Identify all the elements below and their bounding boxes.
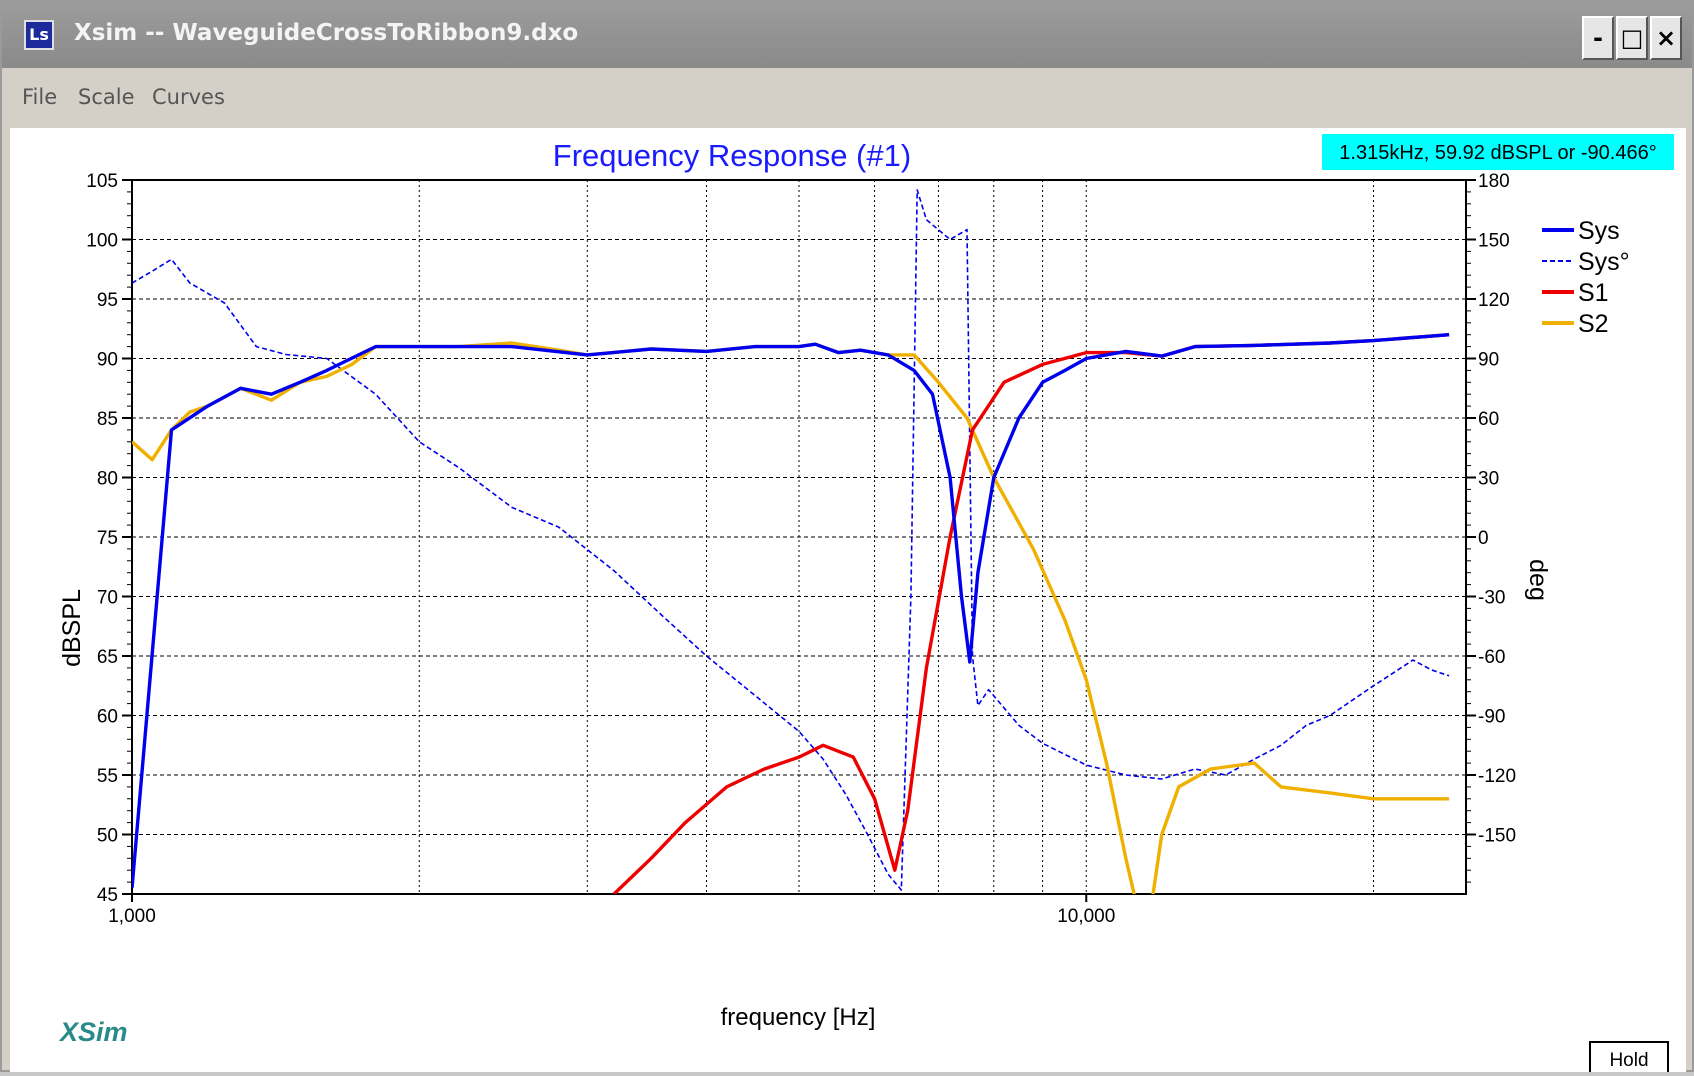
y-tick-label: 70 — [97, 588, 118, 609]
x-axis-label: frequency [Hz] — [721, 1004, 876, 1031]
y-tick-label: 100 — [86, 231, 118, 252]
legend-label: S2 — [1578, 310, 1609, 338]
y-tick-label: 90 — [97, 350, 118, 371]
maximize-button[interactable]: □ — [1616, 16, 1648, 60]
y2-tick-label: 30 — [1478, 469, 1499, 490]
frequency-response-chart[interactable]: 1.315kHz, 59.92 dBSPL or -90.466° Freque… — [10, 128, 1686, 1076]
y2-tick-label: -150 — [1478, 826, 1516, 847]
hold-button[interactable]: Hold — [1589, 1041, 1669, 1076]
hold-button-label: Hold — [1609, 1050, 1648, 1071]
x-tick-label: 10,000 — [1057, 906, 1115, 927]
y-tick-label: 95 — [97, 290, 118, 311]
y-tick-label: 65 — [97, 647, 118, 668]
y2-tick-label: -60 — [1478, 647, 1505, 668]
y2-tick-label: 90 — [1478, 350, 1499, 371]
y-tick-label: 85 — [97, 409, 118, 430]
y2-tick-label: 60 — [1478, 409, 1499, 430]
menu-file[interactable]: File — [22, 85, 57, 109]
y-tick-label: 55 — [97, 766, 118, 787]
grid-lines — [131, 179, 1466, 895]
series-line-s1 — [612, 333, 1450, 894]
series-group — [132, 189, 1450, 894]
y-tick-label: 45 — [97, 885, 118, 906]
legend: Sys Sys° S1 S2 — [1542, 217, 1630, 338]
y2-axis-label: deg — [1524, 559, 1552, 601]
minimize-button[interactable]: - — [1582, 16, 1614, 60]
menu-bar: File Scale Curves — [2, 68, 1692, 128]
app-icon[interactable]: Ls — [24, 20, 54, 50]
x-tick-label: 1,000 — [108, 906, 156, 927]
y-tick-label: 105 — [86, 171, 118, 192]
series-line-s2 — [132, 341, 1450, 894]
xsim-watermark: XSim — [58, 1017, 128, 1047]
legend-label: Sys — [1578, 217, 1620, 245]
plot-area[interactable]: 1.315kHz, 59.92 dBSPL or -90.466° Freque… — [10, 128, 1686, 1076]
y2-tick-label: 120 — [1478, 290, 1510, 311]
y-axis-label: dBSPL — [58, 589, 86, 667]
cursor-readout: 1.315kHz, 59.92 dBSPL or -90.466° — [1339, 142, 1656, 164]
y-tick-label: 50 — [97, 826, 118, 847]
menu-scale[interactable]: Scale — [78, 85, 135, 109]
menu-curves[interactable]: Curves — [152, 85, 225, 109]
y2-tick-label: 0 — [1478, 528, 1489, 549]
y-tick-label: 60 — [97, 707, 118, 728]
y2-tick-label: -30 — [1478, 588, 1505, 609]
title-bar[interactable]: Ls Xsim -- WaveguideCrossToRibbon9.dxo -… — [2, 2, 1692, 68]
app-window: Ls Xsim -- WaveguideCrossToRibbon9.dxo -… — [0, 0, 1694, 1076]
window-title: Xsim -- WaveguideCrossToRibbon9.dxo — [74, 20, 579, 46]
series-line-sys-phase — [132, 189, 1450, 891]
y2-tick-label: -120 — [1478, 766, 1516, 787]
close-button[interactable]: × — [1650, 16, 1682, 60]
y2-tick-label: 150 — [1478, 231, 1510, 252]
chart-title: Frequency Response (#1) — [553, 138, 911, 173]
y-tick-label: 75 — [97, 528, 118, 549]
y2-tick-label: -90 — [1478, 707, 1505, 728]
y-tick-label: 80 — [97, 469, 118, 490]
legend-label: Sys° — [1578, 248, 1630, 276]
y2-tick-label: 180 — [1478, 171, 1510, 192]
legend-label: S1 — [1578, 279, 1609, 307]
